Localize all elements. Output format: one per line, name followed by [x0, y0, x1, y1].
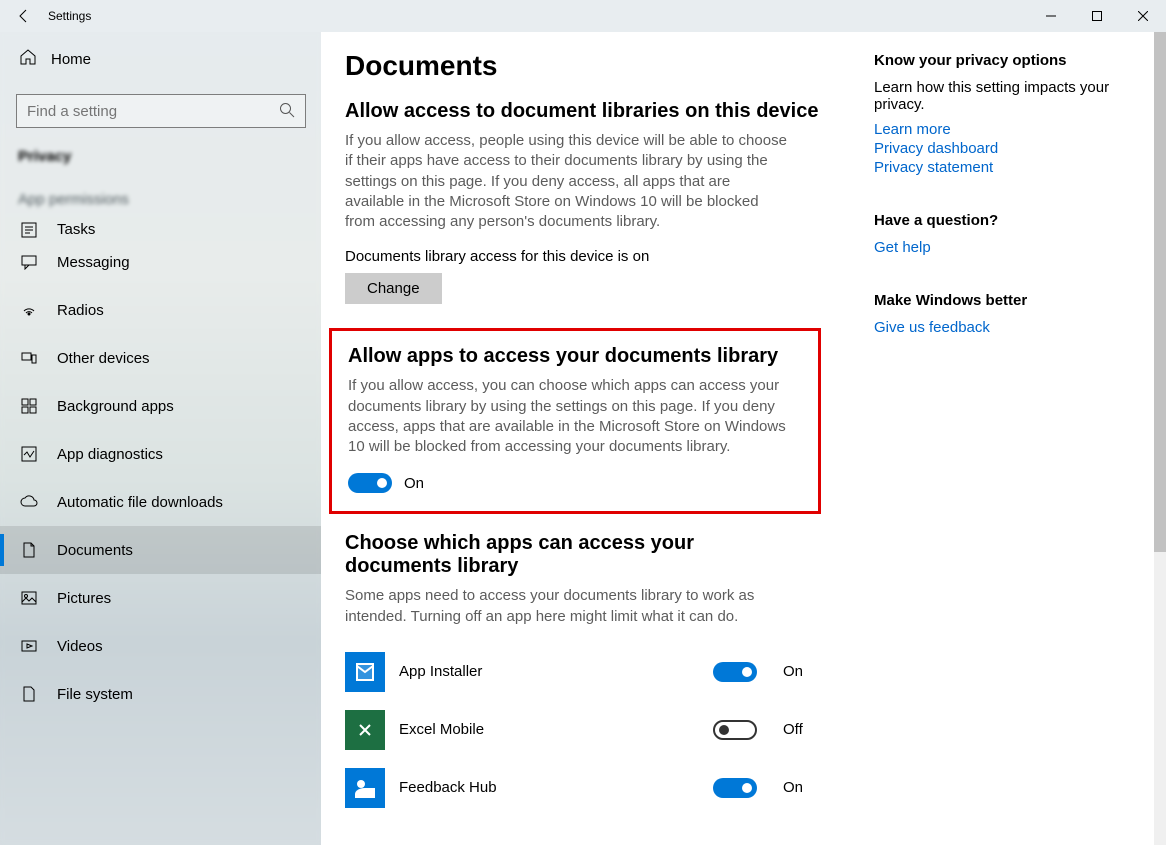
app-name: App Installer — [399, 663, 699, 680]
scrollbar-thumb[interactable] — [1154, 32, 1166, 552]
app-toggle-state: Off — [783, 721, 813, 738]
cloud-download-icon — [19, 495, 39, 509]
nav-item-documents[interactable]: Documents — [0, 526, 321, 574]
section1-description: If you allow access, people using this d… — [345, 131, 790, 232]
documents-icon — [19, 542, 39, 558]
link-get-help[interactable]: Get help — [874, 239, 1134, 256]
maximize-icon — [1092, 11, 1102, 21]
close-button[interactable] — [1120, 0, 1166, 32]
privacy-options-text: Learn how this setting impacts your priv… — [874, 79, 1134, 113]
app-toggle-state: On — [783, 779, 813, 796]
make-windows-better-heading: Make Windows better — [874, 292, 1134, 309]
feedback-hub-icon — [345, 768, 385, 808]
minimize-button[interactable] — [1028, 0, 1074, 32]
link-learn-more[interactable]: Learn more — [874, 121, 1134, 138]
home-icon — [19, 48, 37, 70]
app-name: Excel Mobile — [399, 721, 699, 738]
arrow-left-icon — [16, 8, 32, 24]
messaging-icon — [19, 254, 39, 270]
nav-label: Background apps — [57, 398, 174, 415]
window-title: Settings — [48, 9, 91, 23]
nav-item-videos[interactable]: Videos — [0, 622, 321, 670]
close-icon — [1138, 11, 1148, 21]
nav-item-messaging[interactable]: Messaging — [0, 238, 321, 286]
nav-item-background-apps[interactable]: Background apps — [0, 382, 321, 430]
nav-item-radios[interactable]: Radios — [0, 286, 321, 334]
scrollbar[interactable] — [1154, 32, 1166, 845]
question-heading: Have a question? — [874, 212, 1134, 229]
titlebar: Settings — [0, 0, 1166, 32]
app-installer-toggle[interactable] — [713, 662, 757, 682]
nav-label: File system — [57, 686, 133, 703]
back-button[interactable] — [0, 0, 48, 32]
section3-heading: Choose which apps can access your docume… — [345, 532, 775, 578]
documents-access-toggle[interactable] — [348, 473, 392, 493]
nav-item-file-system[interactable]: File system — [0, 670, 321, 718]
content-area: Documents Allow access to document libra… — [321, 32, 1166, 845]
app-installer-icon — [345, 652, 385, 692]
nav-item-pictures[interactable]: Pictures — [0, 574, 321, 622]
link-privacy-dashboard[interactable]: Privacy dashboard — [874, 140, 1134, 157]
link-give-feedback[interactable]: Give us feedback — [874, 319, 1134, 336]
settings-window: Settings Home — [0, 0, 1166, 845]
app-name: Feedback Hub — [399, 779, 699, 796]
documents-access-toggle-label: On — [404, 475, 424, 492]
change-button[interactable]: Change — [345, 273, 442, 304]
radios-icon — [19, 302, 39, 318]
nav-label: Messaging — [57, 254, 130, 271]
feedback-hub-toggle[interactable] — [713, 778, 757, 798]
highlight-section: Allow apps to access your documents libr… — [329, 328, 821, 514]
nav-label: Pictures — [57, 590, 111, 607]
section3-description: Some apps need to access your documents … — [345, 586, 755, 627]
pictures-icon — [19, 590, 39, 606]
section2-description: If you allow access, you can choose whic… — [348, 376, 788, 457]
section1-status: Documents library access for this device… — [345, 248, 845, 265]
nav-label: Videos — [57, 638, 103, 655]
nav-label: App diagnostics — [57, 446, 163, 463]
home-nav[interactable]: Home — [0, 38, 321, 80]
tasks-icon — [19, 222, 39, 238]
nav-label: Other devices — [57, 350, 150, 367]
app-row-app-installer: App Installer On — [345, 643, 845, 701]
app-row-excel-mobile: Excel Mobile Off — [345, 701, 845, 759]
nav-label: Automatic file downloads — [57, 494, 223, 511]
nav-list: Tasks Messaging Radios Other devices Bac… — [0, 212, 321, 845]
minimize-icon — [1046, 11, 1056, 21]
link-privacy-statement[interactable]: Privacy statement — [874, 159, 1134, 176]
nav-label: Tasks — [57, 221, 95, 238]
file-system-icon — [19, 686, 39, 702]
sidebar: Home Privacy App permissions Tasks Messa… — [0, 32, 321, 845]
home-label: Home — [51, 51, 91, 68]
nav-item-automatic-file-downloads[interactable]: Automatic file downloads — [0, 478, 321, 526]
maximize-button[interactable] — [1074, 0, 1120, 32]
nav-item-other-devices[interactable]: Other devices — [0, 334, 321, 382]
section-privacy: Privacy — [0, 138, 321, 171]
nav-item-app-diagnostics[interactable]: App diagnostics — [0, 430, 321, 478]
excel-mobile-toggle[interactable] — [713, 720, 757, 740]
section2-heading: Allow apps to access your documents libr… — [348, 345, 802, 368]
right-column: Know your privacy options Learn how this… — [874, 32, 1154, 845]
excel-mobile-icon — [345, 710, 385, 750]
content-scroll[interactable]: Documents Allow access to document libra… — [321, 32, 874, 845]
nav-item-tasks[interactable]: Tasks — [0, 212, 321, 238]
section1-heading: Allow access to document libraries on th… — [345, 100, 845, 123]
videos-icon — [19, 638, 39, 654]
privacy-options-heading: Know your privacy options — [874, 52, 1134, 69]
search-input[interactable] — [16, 94, 306, 128]
nav-label: Radios — [57, 302, 104, 319]
diagnostics-icon — [19, 446, 39, 462]
nav-label: Documents — [57, 542, 133, 559]
group-app-permissions: App permissions — [0, 171, 321, 212]
app-row-feedback-hub: Feedback Hub On — [345, 759, 845, 817]
app-toggle-state: On — [783, 663, 813, 680]
background-apps-icon — [19, 398, 39, 414]
other-devices-icon — [19, 350, 39, 366]
page-title: Documents — [345, 50, 845, 82]
